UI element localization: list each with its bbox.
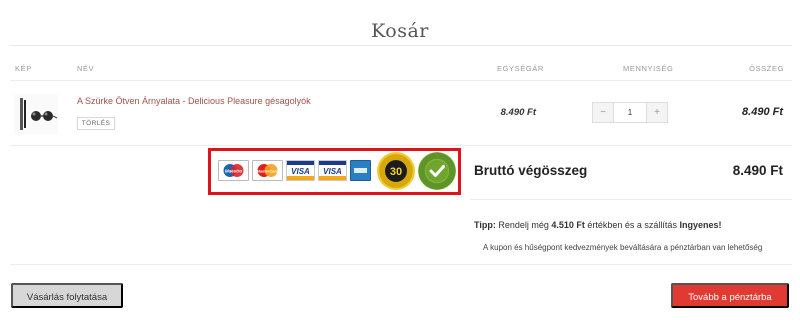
title-divider (10, 45, 792, 46)
mastercard-text: MasterCard (256, 169, 279, 174)
continue-shopping-button[interactable]: Vásárlás folytatása (11, 283, 123, 308)
guarantee-number: 30 (390, 166, 402, 178)
visa-logo-icon: VISA (286, 160, 315, 181)
product-name-link[interactable]: A Szürke Ötven Árnyalata - Delicious Ple… (77, 96, 311, 106)
maestro-text: Maestro (225, 169, 243, 174)
free-shipping-tip: Tipp: Rendelj még 4.510 Ft értékben és a… (474, 220, 721, 230)
header-quantity: MENNYISÉG (623, 64, 674, 73)
proceed-to-checkout-button[interactable]: Tovább a pénztárba (671, 283, 789, 308)
tip-text-after: értékben és a szállítás (584, 220, 680, 230)
page-title: Kosár (371, 20, 429, 42)
amex-logo-icon (350, 160, 371, 181)
tip-amount: 4.510 Ft (551, 220, 585, 230)
coupon-note: A kupon és hűségpont kedvezmények bevált… (483, 243, 763, 252)
summary-divider (470, 199, 792, 200)
line-total: 8.490 Ft (742, 106, 783, 118)
maestro-logo-icon: Maestro (218, 160, 249, 181)
footer-divider (10, 264, 792, 265)
gross-total-value: 8.490 Ft (732, 163, 783, 178)
header-divider (10, 80, 792, 81)
header-total: ÖSSZEG (749, 64, 784, 73)
item-divider (10, 145, 792, 146)
visa-text: VISA (291, 167, 310, 176)
quantity-input[interactable]: 1 (613, 103, 647, 122)
tip-label: Tipp: (474, 220, 496, 230)
product-thumbnail[interactable] (14, 94, 58, 134)
header-unit-price: EGYSÉGÁR (497, 64, 544, 73)
quantity-increase-button[interactable]: + (647, 103, 667, 122)
quantity-stepper: − 1 + (592, 102, 668, 123)
visa-electron-logo-icon: VISA (318, 160, 347, 181)
visa-electron-text: VISA (323, 167, 342, 176)
header-name: NÉV (77, 64, 95, 73)
secure-purchase-seal-icon (418, 152, 456, 190)
tip-free: Ingyenes! (679, 220, 722, 230)
remove-item-button[interactable]: TÖRLÉS (77, 117, 115, 130)
gross-total-label: Bruttó végösszeg (474, 163, 588, 178)
tip-text-before: Rendelj még (495, 220, 552, 230)
30-day-guarantee-seal-icon: 30 (377, 152, 415, 190)
header-image: KÉP (15, 64, 32, 73)
quantity-decrease-button[interactable]: − (593, 103, 613, 122)
mastercard-logo-icon: MasterCard (252, 160, 283, 181)
unit-price: 8.490 Ft (500, 107, 536, 118)
